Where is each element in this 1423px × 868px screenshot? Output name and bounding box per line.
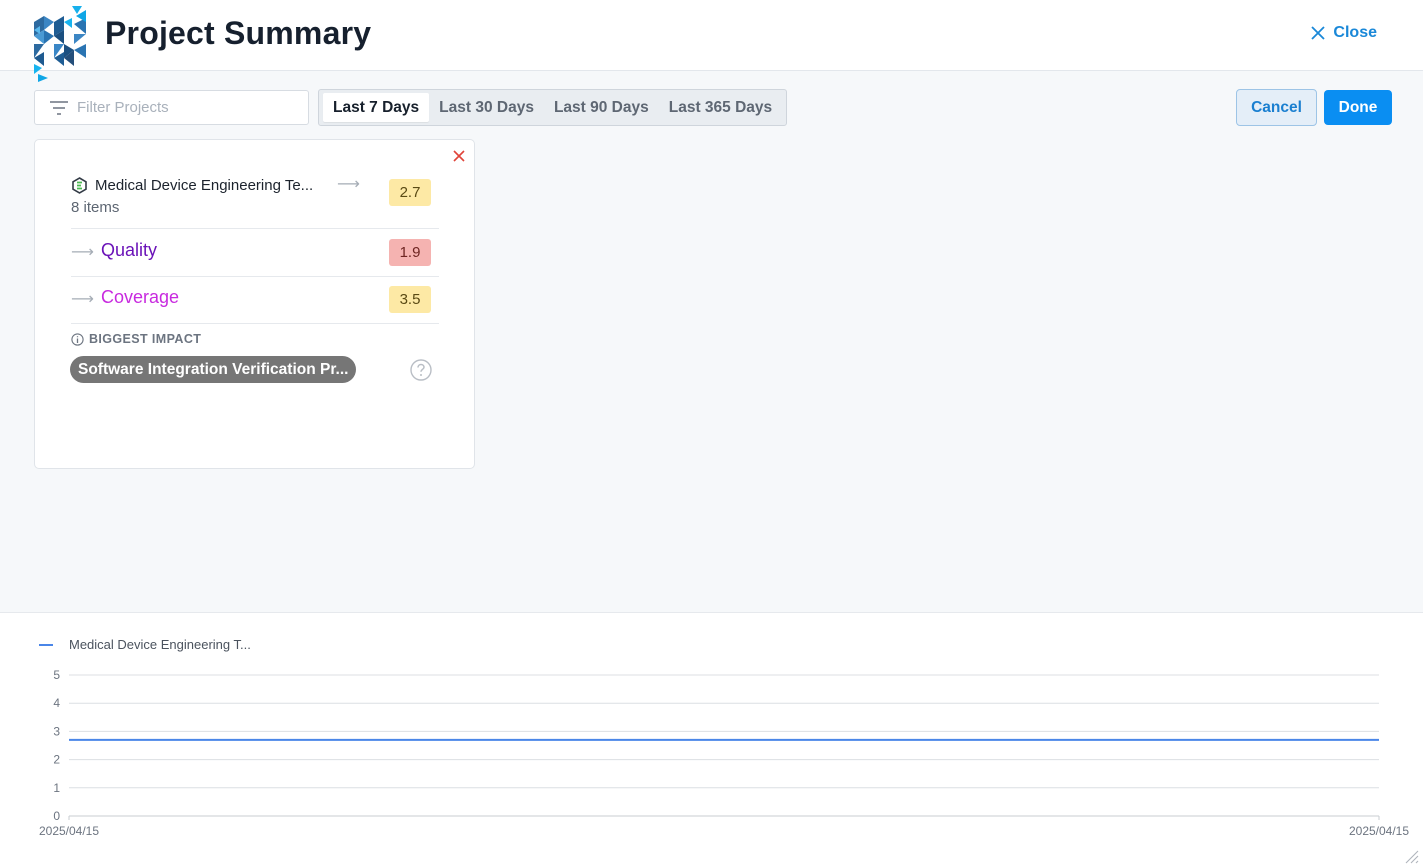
project-card: Medical Device Engineering Te... 8 items… [34, 139, 475, 469]
remove-card-icon[interactable] [452, 149, 466, 163]
biggest-impact-label: BIGGEST IMPACT [89, 332, 202, 346]
close-button[interactable]: Close [1311, 24, 1377, 42]
metric-label-quality: Quality [101, 240, 158, 260]
project-item-count: 8 items [71, 199, 120, 216]
metric-label-coverage: Coverage [101, 287, 180, 307]
trend-chart: 0 1 2 3 4 5 2025/04/15 2025/04/15 [39, 668, 1409, 838]
trend-flat-icon: ⟶ [71, 244, 94, 261]
metric-row-coverage[interactable]: ⟶ Coverage 3.5 [71, 285, 439, 315]
trend-flat-icon: ⟶ [71, 291, 94, 308]
x-tick-label: 2025/04/15 [39, 824, 99, 838]
range-last-7-days[interactable]: Last 7 Days [323, 93, 430, 122]
y-tick-label: 1 [53, 781, 60, 795]
project-summary-row[interactable]: Medical Device Engineering Te... 8 items… [71, 176, 439, 229]
close-button-label: Close [1333, 24, 1377, 41]
cancel-button[interactable]: Cancel [1236, 89, 1317, 126]
divider [71, 276, 439, 277]
range-last-365-days[interactable]: Last 365 Days [659, 93, 782, 122]
range-last-30-days[interactable]: Last 30 Days [429, 93, 544, 122]
project-score-badge: 2.7 [389, 179, 431, 206]
range-last-90-days[interactable]: Last 90 Days [544, 93, 659, 122]
filter-icon [50, 100, 68, 115]
y-tick-label: 2 [53, 753, 60, 767]
done-button[interactable]: Done [1324, 90, 1392, 125]
project-hexagon-icon [72, 177, 87, 194]
biggest-impact-heading: BIGGEST IMPACT [71, 332, 201, 346]
close-icon [1311, 26, 1326, 40]
page-title: Project Summary [105, 15, 372, 51]
x-tick-label: 2025/04/15 [1349, 824, 1409, 838]
y-tick-label: 5 [53, 668, 60, 682]
date-range-selector: Last 7 Days Last 30 Days Last 90 Days La… [318, 89, 788, 126]
divider [71, 228, 439, 229]
resize-handle-icon[interactable] [1403, 848, 1419, 864]
divider [71, 323, 439, 324]
quality-score-badge: 1.9 [389, 239, 431, 266]
project-name: Medical Device Engineering Te... [95, 177, 314, 194]
help-icon[interactable] [410, 359, 432, 381]
biggest-impact-pill[interactable]: Software Integration Verification Pr... [70, 356, 356, 383]
app-logo-icon [34, 6, 86, 82]
metric-row-quality[interactable]: ⟶ Quality 1.9 [71, 238, 439, 268]
filter-projects-input[interactable] [77, 99, 297, 116]
y-tick-label: 4 [53, 696, 60, 710]
filter-projects-field[interactable] [34, 90, 309, 125]
y-tick-label: 3 [53, 724, 60, 738]
y-tick-label: 0 [53, 809, 60, 823]
info-icon [71, 332, 84, 346]
trend-flat-icon: ⟶ [337, 176, 360, 193]
trend-chart-panel: Medical Device Engineering T... 0 1 2 3 4 5 20… [0, 612, 1423, 868]
header-bar: Project Summary Close [0, 0, 1423, 82]
coverage-score-badge: 3.5 [389, 286, 431, 313]
